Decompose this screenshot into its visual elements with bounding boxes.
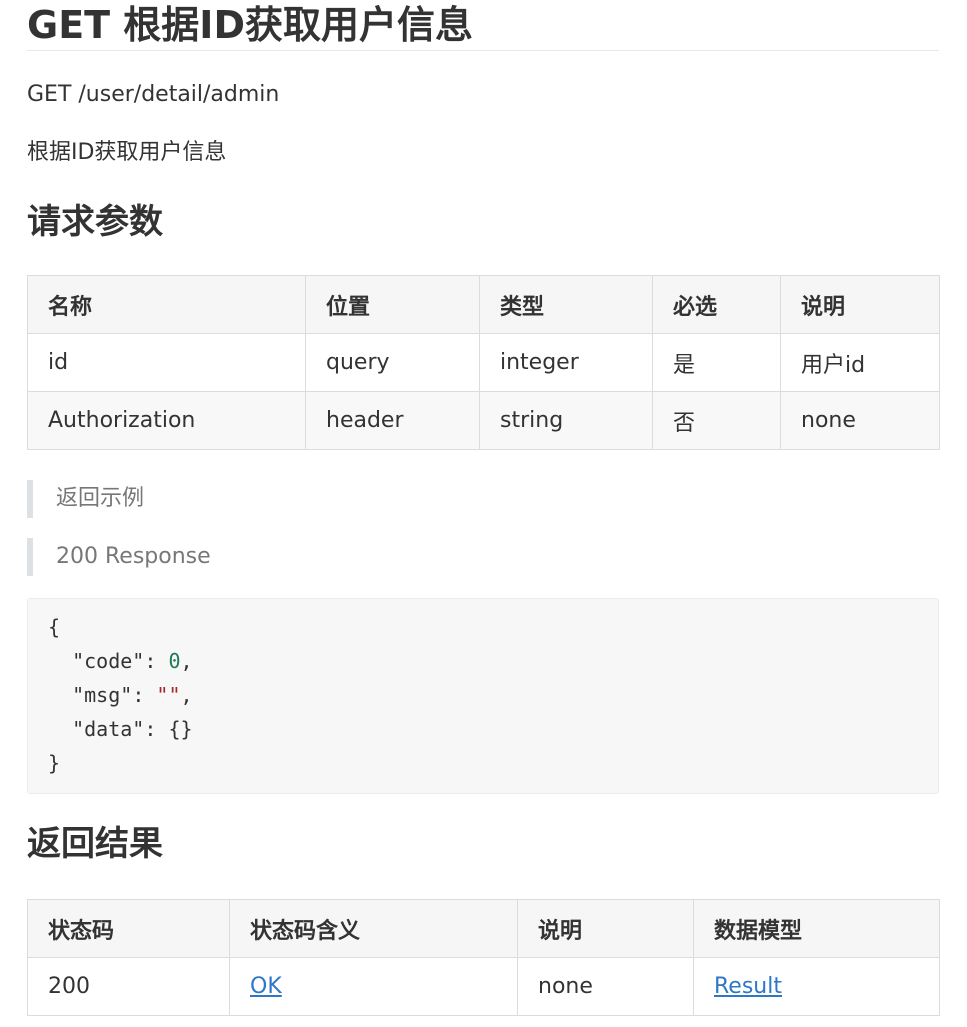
results-header-row: 状态码 状态码含义 说明 数据模型 [27,899,940,958]
param-required: 否 [652,391,781,450]
column-header: 说明 [517,899,694,958]
results-table: 状态码 状态码含义 说明 数据模型 200 OK none Result [27,899,940,1016]
param-type: integer [479,333,653,392]
code-line: { [48,610,60,644]
result-description: none [517,957,694,1016]
column-header: 类型 [479,275,653,334]
code-line: "msg": "", [72,683,193,707]
description-text: 根据ID获取用户信息 [27,140,227,165]
code-object: {} [168,717,193,741]
params-table: 名称 位置 类型 必选 说明 id query integer 是 用户id A… [27,275,940,450]
code-line: "code": 0, [72,649,193,673]
code-key: "msg" [72,683,133,707]
param-name: id [27,333,306,392]
column-header: 数据模型 [693,899,940,958]
column-header: 必选 [652,275,781,334]
table-row: Authorization header string 否 none [27,391,940,450]
data-model-cell: Result [693,957,940,1016]
code-block: { "code": 0, "msg": "", "data": {} } [27,598,939,794]
param-name: Authorization [27,391,306,450]
code-key: "code" [72,649,145,673]
param-description: 用户id [780,333,940,392]
endpoint-text: GET /user/detail/admin [27,82,280,107]
param-description: none [780,391,940,450]
param-location: header [305,391,480,450]
column-header: 说明 [780,275,940,334]
param-type: string [479,391,653,450]
results-heading: 返回结果 [27,824,163,864]
param-location: query [305,333,480,392]
params-header-row: 名称 位置 类型 必选 说明 [27,275,940,334]
status-meaning-link[interactable]: OK [250,974,282,999]
page-title: GET 根据ID获取用户信息 [27,0,939,51]
code-brace-close: } [48,751,61,775]
code-key: "data" [72,717,145,741]
code-brace-open: { [48,615,61,639]
code-line: "data": {} [72,717,193,741]
table-row: id query integer 是 用户id [27,333,940,392]
response-label: 200 Response [27,538,956,576]
column-header: 状态码含义 [229,899,518,958]
status-meaning-cell: OK [229,957,518,1016]
table-row: 200 OK none Result [27,957,940,1016]
code-number: 0 [168,649,181,673]
param-required: 是 [652,333,781,392]
status-code: 200 [27,957,230,1016]
column-header: 名称 [27,275,306,334]
code-string: "" [156,683,181,707]
column-header: 状态码 [27,899,230,958]
code-line: } [48,746,60,780]
example-label: 返回示例 [27,480,956,518]
data-model-link[interactable]: Result [714,974,782,999]
column-header: 位置 [305,275,480,334]
params-heading: 请求参数 [27,202,163,242]
